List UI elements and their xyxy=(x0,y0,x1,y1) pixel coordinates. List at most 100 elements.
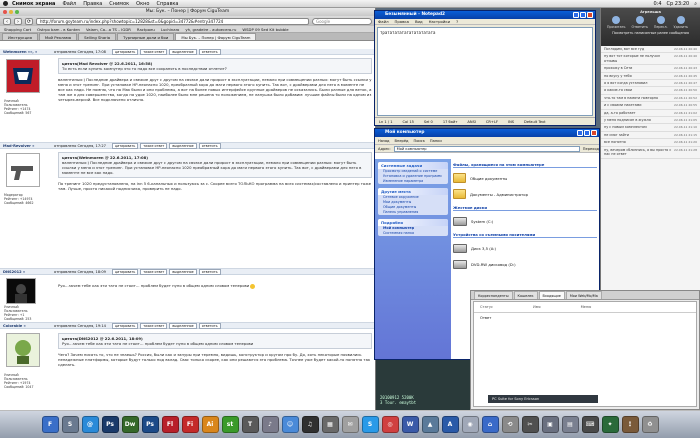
dock-app-icon[interactable]: Fl xyxy=(161,416,179,433)
post-author[interactable]: Colorable « xyxy=(3,324,48,328)
folders-button[interactable]: Папки xyxy=(430,139,442,143)
menu-file[interactable]: Файл xyxy=(378,19,389,24)
back-button[interactable]: Назад xyxy=(378,139,390,143)
forward-button[interactable]: Пересл. xyxy=(654,16,668,29)
dock-app-icon[interactable]: ✉ xyxy=(341,416,359,433)
status-indicator[interactable]: 0:4 xyxy=(653,1,661,7)
quote-button[interactable]: цитировать xyxy=(111,322,139,329)
menu-edit[interactable]: Правка xyxy=(83,1,102,7)
app-menu[interactable]: Снимок экрана xyxy=(12,1,55,7)
explorer-item[interactable]: DVD-RW дисковод (D:) xyxy=(453,256,597,272)
dock-app-icon[interactable]: ◎ xyxy=(381,416,399,433)
menu-edit[interactable]: Правка xyxy=(395,19,409,24)
explorer-item[interactable]: System (C:) xyxy=(453,213,597,229)
close-icon[interactable] xyxy=(3,10,7,14)
minimize-icon[interactable] xyxy=(9,10,13,14)
dock-app-icon[interactable]: Ps xyxy=(141,416,159,433)
dock-app-icon[interactable]: ▤ xyxy=(561,416,579,433)
tab-web[interactable]: Мои Web/Mo/Ma xyxy=(565,291,602,299)
quote-button[interactable]: цитировать xyxy=(111,48,139,55)
message[interactable]: 22.06.11 20:47 а я вот когда установил xyxy=(601,80,700,88)
tab-wallet[interactable]: Кошелек xyxy=(513,291,538,299)
column-header[interactable]: Статус xyxy=(480,305,493,309)
quick-reply-button[interactable]: тихие ответ xyxy=(140,322,168,329)
bookmark[interactable]: WSDP 09 Sed Kit bubble xyxy=(242,27,288,32)
forward-button[interactable]: › xyxy=(14,17,22,25)
dock-app-icon[interactable]: Fi xyxy=(181,416,199,433)
message[interactable]: 22.06.11 20:40 Поглядим, вот все гуд xyxy=(601,46,700,54)
message[interactable]: 22.06.11 20:52 что-то там в памяти повтор… xyxy=(601,95,700,103)
forward-button[interactable]: Вперёд xyxy=(395,139,409,143)
sony-suite-banner[interactable]: PC Suite for Sony Ericsson xyxy=(488,395,598,403)
dock-app-icon[interactable]: ☺ xyxy=(281,416,299,433)
menu-help[interactable]: Справка xyxy=(156,1,178,7)
reply-button[interactable]: ответить xyxy=(198,48,221,55)
reload-button[interactable]: ⟳ xyxy=(25,17,33,25)
bookmark[interactable]: Ostrpo bam - в Konten xyxy=(37,27,80,32)
dock-app-icon[interactable]: F xyxy=(41,416,59,433)
task-group-header[interactable]: Подробно xyxy=(378,219,448,226)
explorer-item[interactable]: Диск 3,5 (A:) xyxy=(453,240,597,256)
minimize-icon[interactable] xyxy=(577,130,583,136)
reply-button[interactable]: ответить xyxy=(198,268,221,275)
reply-button[interactable]: ответить xyxy=(198,322,221,329)
dock-app-icon[interactable]: Ps xyxy=(101,416,119,433)
menu-help[interactable]: ? xyxy=(456,19,458,24)
dock-app-icon[interactable]: A xyxy=(441,416,459,433)
browser-tab[interactable]: Турнирные доли и бои xyxy=(117,33,175,40)
maximize-icon[interactable] xyxy=(580,12,586,18)
post-author[interactable]: Wetnmoren «», « xyxy=(3,50,48,54)
editor-text[interactable]: тратататататататататата xyxy=(380,30,435,35)
bookmark[interactable]: Luchinaro xyxy=(161,27,180,32)
message[interactable]: 22.06.11 21:15 не смог зайти xyxy=(601,132,700,140)
quote-button[interactable]: цитировать xyxy=(111,268,139,275)
bookmark[interactable]: yh, gradeire - autoecero.ru xyxy=(185,27,236,32)
dock-app-icon[interactable]: ▦ xyxy=(321,416,339,433)
close-icon[interactable] xyxy=(591,130,597,136)
dock-app-icon[interactable]: ▣ xyxy=(541,416,559,433)
dock-app-icon[interactable]: st xyxy=(221,416,239,433)
clock[interactable]: Ср 23:20 xyxy=(667,1,690,7)
dock-app-icon[interactable]: Dw xyxy=(121,416,139,433)
reply-button[interactable]: Ответить xyxy=(631,16,648,29)
dock-app-icon[interactable]: ♪ xyxy=(261,416,279,433)
list-item[interactable]: Ответ xyxy=(474,313,696,323)
read-button[interactable]: Прочитать xyxy=(607,16,625,29)
menu-settings[interactable]: Настройки xyxy=(429,19,450,24)
dock-app-icon[interactable]: ♫ xyxy=(301,416,319,433)
dock-app-icon[interactable]: ⌨ xyxy=(581,416,599,433)
spotlight-icon[interactable]: ⌕ xyxy=(694,1,697,7)
menu-view[interactable]: Вид xyxy=(415,19,423,24)
dock-app-icon[interactable]: ✂ xyxy=(521,416,539,433)
search-button[interactable]: Поиск xyxy=(414,139,425,143)
dock-app-icon[interactable]: ✦ xyxy=(601,416,619,433)
quote-button[interactable]: цитировать xyxy=(111,142,139,149)
apple-menu-icon[interactable] xyxy=(3,1,8,6)
message[interactable]: 22.06.11 21:20 все понятно xyxy=(601,139,700,147)
message[interactable]: 22.06.11 20:45 по вкусу у тебя xyxy=(601,73,700,81)
reply-button[interactable]: ответить xyxy=(198,142,221,149)
quick-reply-button[interactable]: тихие ответ xyxy=(140,142,168,149)
browser-tab[interactable]: Мой Реклама xyxy=(38,33,78,40)
dock-app-icon[interactable]: @ xyxy=(81,416,99,433)
select-button[interactable]: выделенное xyxy=(169,322,197,329)
message[interactable]: 22.06.11 20:55 и с своими пакетами xyxy=(601,102,700,110)
menu-file[interactable]: Файл xyxy=(62,1,76,7)
dock-app-icon[interactable]: ♻ xyxy=(641,416,659,433)
notepad-editor[interactable]: тратататататататататата xyxy=(377,27,593,116)
bookmark[interactable]: Shopping Cart xyxy=(4,27,31,32)
column-header[interactable]: Имя xyxy=(533,305,541,309)
bookmark[interactable]: Vaiam, Ca...a TS – IGDR xyxy=(86,27,131,32)
dock-app-icon[interactable]: T xyxy=(241,416,259,433)
address-field[interactable]: Мой компьютер xyxy=(393,145,580,152)
message[interactable]: 22.06.11 21:02 да, а-то работает xyxy=(601,110,700,118)
dock-app-icon[interactable]: S xyxy=(361,416,379,433)
browser-tab[interactable]: Selling Sharia xyxy=(78,33,117,40)
dock-app-icon[interactable]: Ai xyxy=(201,416,219,433)
explorer-item[interactable]: Общие документы xyxy=(453,170,597,186)
dock-app-icon[interactable]: W xyxy=(401,416,419,433)
search-input[interactable]: Google xyxy=(312,17,372,25)
dock-app-icon[interactable]: ⌂ xyxy=(481,416,499,433)
quick-reply-button[interactable]: тихие ответ xyxy=(140,48,168,55)
select-button[interactable]: выделенное xyxy=(169,142,197,149)
